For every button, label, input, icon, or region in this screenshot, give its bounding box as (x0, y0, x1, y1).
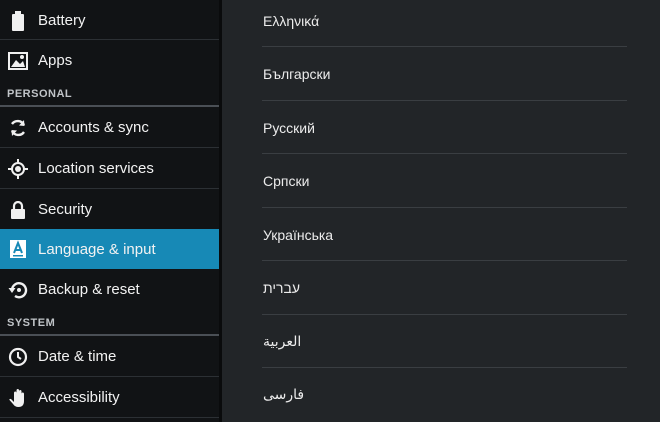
apps-icon (8, 51, 28, 71)
sidebar-item-battery[interactable]: Battery (0, 1, 219, 40)
language-item-greek[interactable]: Ελληνικά (262, 0, 627, 47)
sidebar-item-security[interactable]: Security (0, 190, 219, 229)
sidebar-item-label: Accessibility (38, 389, 120, 406)
hand-icon (8, 388, 28, 408)
section-divider (0, 334, 219, 336)
section-header-system: SYSTEM (7, 317, 56, 329)
divider (0, 147, 219, 148)
sidebar-item-label: Battery (38, 12, 86, 29)
sidebar-item-date-time[interactable]: Date & time (0, 337, 219, 376)
language-label: Српски (263, 172, 310, 189)
sidebar-item-label: Date & time (38, 348, 117, 365)
clock-icon (8, 347, 28, 367)
battery-icon (8, 10, 28, 31)
sidebar-item-location-services[interactable]: Location services (0, 149, 219, 188)
sidebar-item-accessibility[interactable]: Accessibility (0, 378, 219, 417)
sidebar-item-backup-reset[interactable]: Backup & reset (0, 270, 219, 309)
sidebar-item-label: Security (38, 201, 93, 218)
backup-icon (8, 280, 28, 300)
sidebar-item-label: Location services (38, 160, 154, 177)
language-label: עברית (263, 279, 301, 296)
language-label: العربية (263, 333, 302, 349)
sidebar-item-apps[interactable]: Apps (0, 41, 219, 80)
language-label: Български (263, 65, 331, 82)
settings-sidebar: Battery Apps PERSONAL Accounts & sync Lo… (0, 0, 219, 422)
language-item-arabic[interactable]: العربية (262, 315, 627, 368)
language-label: Русский (263, 119, 315, 136)
section-divider (0, 105, 219, 107)
language-item-serbian[interactable]: Српски (262, 154, 627, 207)
divider (0, 417, 219, 418)
language-item-persian[interactable]: فارسی (262, 368, 627, 421)
sidebar-item-label: Apps (38, 52, 73, 69)
language-item-ukrainian[interactable]: Українська (262, 208, 627, 261)
sidebar-item-accounts-sync[interactable]: Accounts & sync (0, 108, 219, 147)
lock-icon (8, 200, 28, 220)
sidebar-item-label: Backup & reset (38, 281, 140, 298)
language-item-hebrew[interactable]: עברית (262, 261, 627, 314)
language-icon (8, 239, 28, 259)
section-header-personal: PERSONAL (7, 88, 73, 100)
location-icon (8, 158, 28, 179)
divider (0, 188, 219, 189)
divider (0, 376, 219, 377)
sidebar-item-label: Language & input (38, 240, 156, 258)
language-label: فارسی (263, 386, 305, 402)
sync-icon (8, 118, 28, 138)
language-list: Ελληνικά Български Русский Српски Україн… (222, 0, 660, 422)
sidebar-item-label: Accounts & sync (38, 119, 149, 136)
divider (0, 39, 219, 40)
language-item-bulgarian[interactable]: Български (262, 47, 627, 100)
sidebar-item-language-input[interactable]: Language & input (0, 229, 219, 269)
language-label: Українська (263, 226, 334, 243)
language-label: Ελληνικά (263, 12, 320, 29)
language-item-russian[interactable]: Русский (262, 101, 627, 154)
